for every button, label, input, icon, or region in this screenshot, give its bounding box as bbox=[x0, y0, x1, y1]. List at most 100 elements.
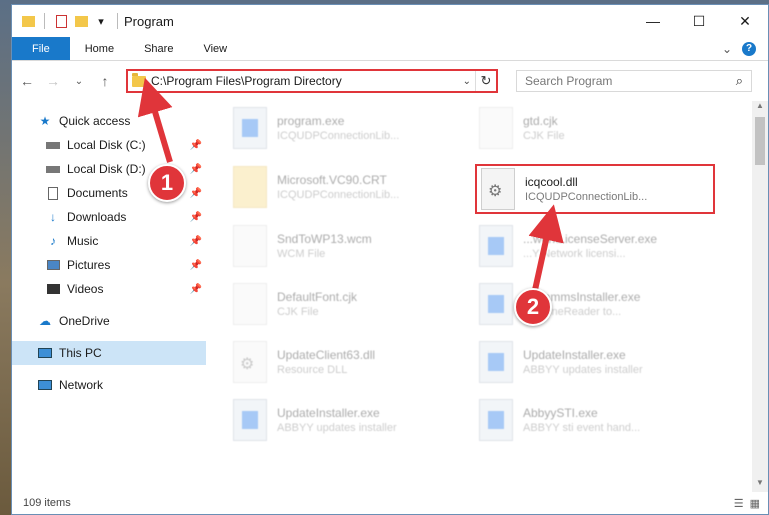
file-item[interactable]: UpdateInstaller.exe ABBYY updates install… bbox=[233, 395, 473, 445]
customize-icon[interactable]: ▾ bbox=[93, 13, 109, 29]
sidebar-item-label: Videos bbox=[67, 282, 104, 296]
pin-icon[interactable]: 📌 bbox=[190, 260, 202, 271]
status-bar: 109 items ☰ ▦ bbox=[12, 492, 768, 514]
main-area: ★ Quick access Local Disk (C:) 📌 Local D… bbox=[12, 101, 768, 492]
pin-icon[interactable]: 📌 bbox=[190, 284, 202, 295]
divider bbox=[117, 13, 118, 29]
file-item[interactable]: DefaultFont.cjk CJK File bbox=[233, 279, 473, 329]
folder-icon[interactable] bbox=[20, 13, 36, 29]
explorer-window: ▾ Program — ☐ ✕ File Home Share View ⌄ ?… bbox=[11, 4, 769, 515]
file-item[interactable]: program.exe ICQUDPConnectionLib... bbox=[233, 103, 473, 153]
exe-file-icon bbox=[479, 225, 513, 267]
quick-access-toolbar: ▾ bbox=[12, 13, 122, 29]
sidebar-item-onedrive[interactable]: ☁ OneDrive bbox=[12, 309, 206, 333]
exe-file-icon bbox=[479, 399, 513, 441]
file-item[interactable]: UpdateClient63.dll Resource DLL bbox=[233, 337, 473, 387]
file-description: ABBYY updates installer bbox=[277, 422, 397, 434]
file-description: CJK File bbox=[277, 306, 319, 318]
tab-share[interactable]: Share bbox=[129, 37, 188, 60]
back-button[interactable]: ← bbox=[18, 73, 36, 89]
title-bar: ▾ Program — ☐ ✕ bbox=[12, 5, 768, 37]
file-icon bbox=[233, 225, 267, 267]
music-icon: ♪ bbox=[50, 234, 56, 248]
forward-button[interactable]: → bbox=[44, 73, 62, 89]
up-button[interactable]: ↑ bbox=[96, 73, 114, 89]
sidebar-item-label: Quick access bbox=[59, 114, 131, 128]
sidebar-item-downloads[interactable]: ↓ Downloads 📌 bbox=[12, 205, 206, 229]
search-icon[interactable]: ⌕ bbox=[736, 73, 751, 89]
downloads-icon: ↓ bbox=[50, 210, 56, 224]
file-name: DefaultFont.cjk bbox=[277, 290, 358, 304]
scroll-down-icon[interactable]: ▼ bbox=[752, 478, 768, 492]
pin-icon[interactable]: 📌 bbox=[190, 164, 202, 175]
sidebar-item-music[interactable]: ♪ Music 📌 bbox=[12, 229, 206, 253]
ribbon-tabs: File Home Share View ⌄ ? bbox=[12, 37, 768, 61]
dll-file-icon bbox=[233, 341, 267, 383]
computer-icon bbox=[37, 346, 53, 360]
file-item-icqcool-dll[interactable]: icqcool.dll ICQUDPConnectionLib... bbox=[475, 164, 715, 214]
file-name: UpdateClient63.dll bbox=[277, 348, 376, 362]
file-item[interactable]: UpdateInstaller.exe ABBYY updates install… bbox=[479, 337, 719, 387]
pin-icon[interactable]: 📌 bbox=[190, 140, 202, 151]
tab-view[interactable]: View bbox=[188, 37, 242, 60]
file-description: ICQUDPConnectionLib... bbox=[525, 191, 648, 203]
sidebar-item-label: Downloads bbox=[67, 210, 127, 224]
file-icon bbox=[479, 107, 513, 149]
pin-icon[interactable]: 📌 bbox=[190, 236, 202, 247]
chevron-down-icon[interactable]: ⌄ bbox=[722, 42, 732, 56]
help-icon[interactable]: ? bbox=[742, 41, 756, 56]
file-item[interactable]: SndToWP13.wcm WCM File bbox=[233, 221, 473, 271]
scrollbar-thumb[interactable] bbox=[755, 117, 765, 165]
documents-icon bbox=[45, 186, 61, 200]
file-description: WCM File bbox=[277, 248, 326, 260]
file-description: CJK File bbox=[523, 130, 565, 142]
scroll-up-icon[interactable]: ▲ bbox=[752, 101, 768, 115]
sidebar-item-videos[interactable]: Videos 📌 bbox=[12, 277, 206, 301]
address-dropdown-icon[interactable]: ⌄ bbox=[459, 71, 476, 91]
sidebar-item-label: Documents bbox=[67, 186, 128, 200]
file-description: Resource DLL bbox=[277, 364, 348, 376]
file-item[interactable]: gtd.cjk CJK File bbox=[479, 103, 719, 153]
file-description: ICQUDPConnectionLib... bbox=[277, 130, 400, 142]
pin-icon[interactable]: 📌 bbox=[190, 212, 202, 223]
maximize-button[interactable]: ☐ bbox=[676, 5, 722, 37]
properties-icon[interactable] bbox=[53, 13, 69, 29]
minimize-button[interactable]: — bbox=[630, 5, 676, 37]
sidebar-item-label: OneDrive bbox=[59, 314, 110, 328]
file-description: ...Y Network licensi... bbox=[523, 248, 626, 260]
new-folder-icon[interactable] bbox=[73, 13, 89, 29]
file-description: ABBYY sti event hand... bbox=[523, 422, 641, 434]
file-item[interactable]: AbbyySTI.exe ABBYY sti event hand... bbox=[479, 395, 719, 445]
sidebar-item-pictures[interactable]: Pictures 📌 bbox=[12, 253, 206, 277]
tab-home[interactable]: Home bbox=[70, 37, 129, 60]
exe-file-icon bbox=[233, 399, 267, 441]
file-item[interactable]: ...workLicenseServer.exe ...Y Network lic… bbox=[479, 221, 719, 271]
tab-file[interactable]: File bbox=[12, 37, 70, 60]
sidebar-item-label: Music bbox=[67, 234, 99, 248]
sidebar-item-quick-access[interactable]: ★ Quick access bbox=[12, 109, 206, 133]
address-bar[interactable]: C:\Program Files\Program Directory ⌄ ↻ bbox=[126, 69, 498, 93]
sidebar-item-this-pc[interactable]: This PC bbox=[12, 341, 206, 365]
sidebar-item-network[interactable]: Network bbox=[12, 373, 206, 397]
details-view-icon[interactable]: ☰ bbox=[734, 497, 744, 510]
pictures-icon bbox=[45, 258, 61, 272]
sidebar-item-label: Pictures bbox=[67, 258, 111, 272]
drive-icon bbox=[45, 138, 61, 152]
file-icon bbox=[233, 283, 267, 325]
file-name: ...workLicenseServer.exe bbox=[523, 232, 658, 246]
search-input[interactable]: Search Program ⌕ bbox=[516, 70, 752, 92]
network-icon bbox=[37, 378, 53, 392]
sidebar-item-label: Local Disk (D:) bbox=[67, 162, 146, 176]
tiles-view-icon[interactable]: ▦ bbox=[750, 497, 760, 510]
recent-locations-button[interactable]: ⌄ bbox=[70, 76, 88, 87]
refresh-icon[interactable]: ↻ bbox=[476, 73, 496, 89]
address-path[interactable]: C:\Program Files\Program Directory bbox=[151, 74, 342, 88]
vertical-scrollbar[interactable]: ▲ ▼ bbox=[752, 101, 768, 492]
close-button[interactable]: ✕ bbox=[722, 5, 768, 37]
folder-icon bbox=[132, 72, 146, 87]
sidebar-item-local-disk-c[interactable]: Local Disk (C:) 📌 bbox=[12, 133, 206, 157]
file-name: program.exe bbox=[277, 114, 345, 128]
exe-file-icon bbox=[233, 107, 267, 149]
pin-icon[interactable]: 📌 bbox=[190, 188, 202, 199]
file-item[interactable]: Microsoft.VC90.CRT ICQUDPConnectionLib... bbox=[233, 162, 473, 212]
